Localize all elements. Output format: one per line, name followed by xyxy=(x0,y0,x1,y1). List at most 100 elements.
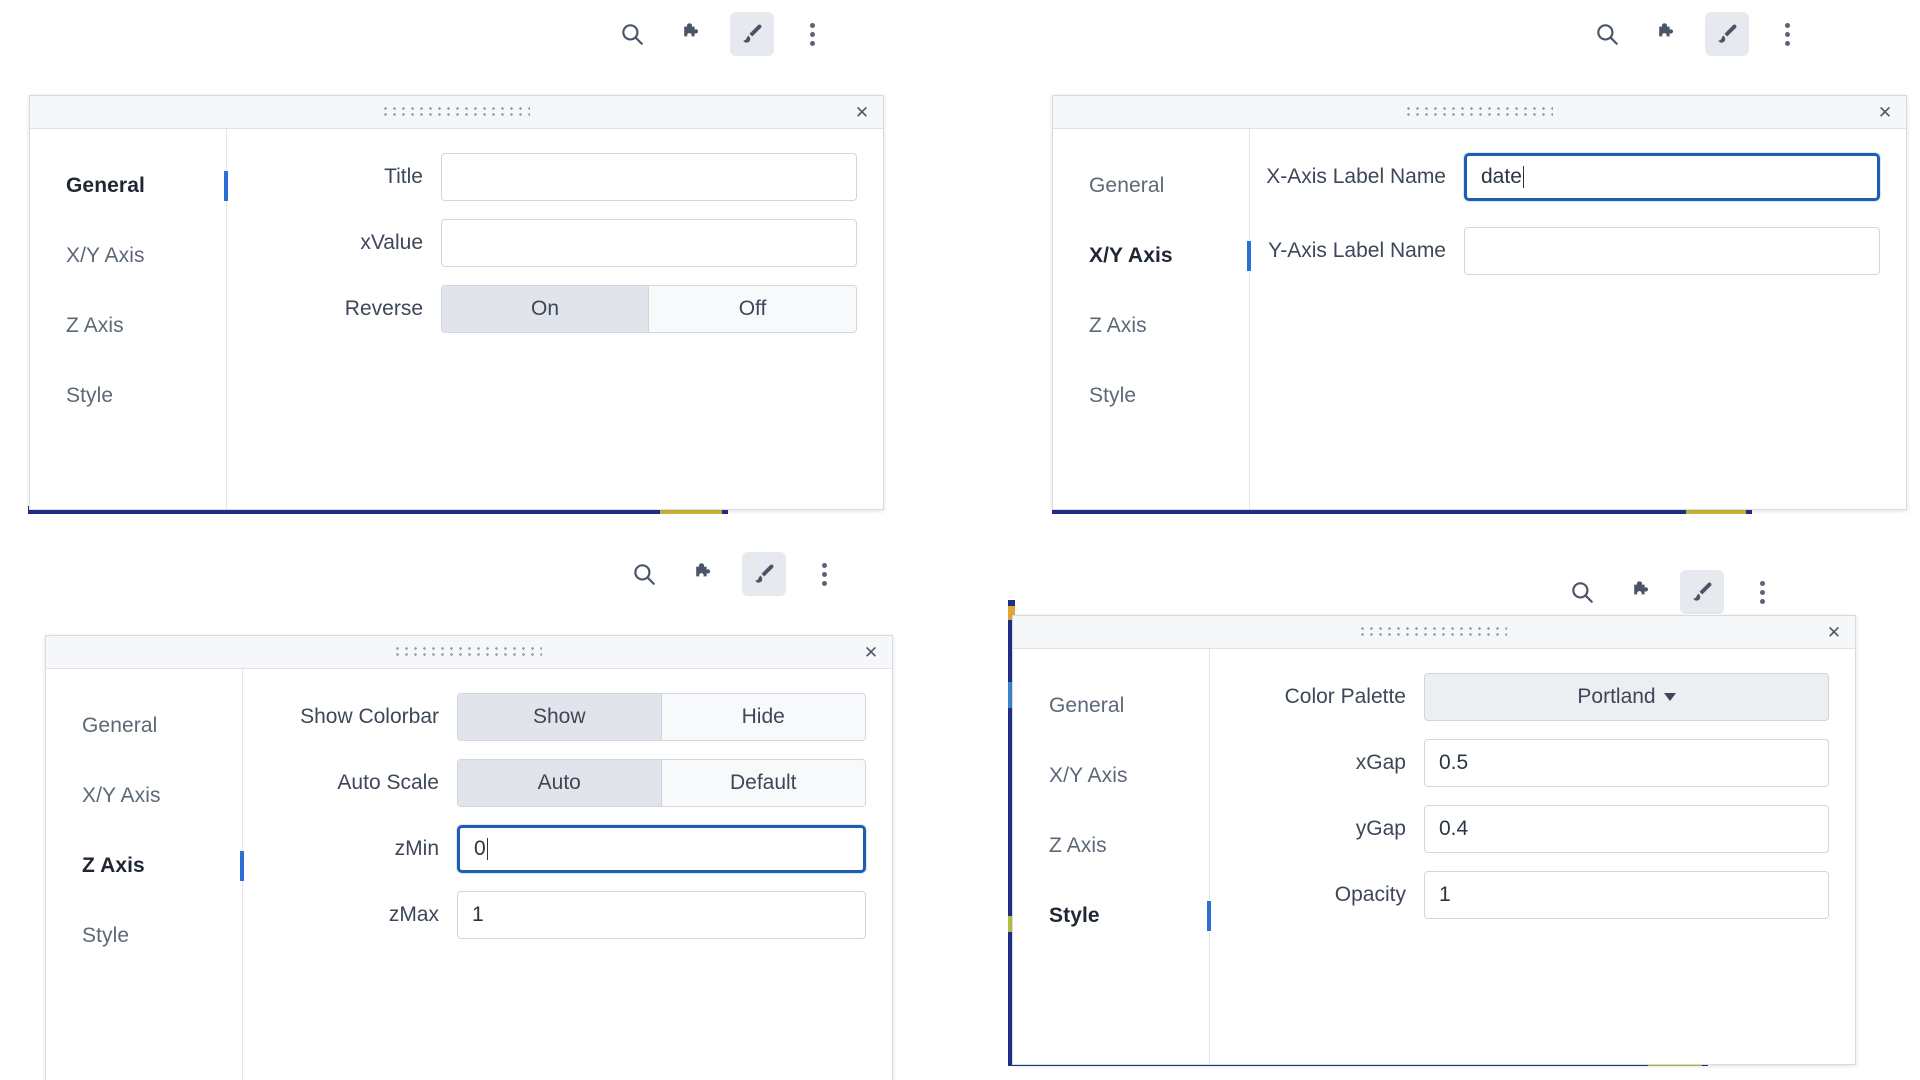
auto-scale-toggle[interactable]: Auto Default xyxy=(457,759,866,807)
show-colorbar-toggle[interactable]: Show Hide xyxy=(457,693,866,741)
close-icon[interactable]: ✕ xyxy=(860,641,882,663)
panel-header[interactable]: ✕ xyxy=(46,636,892,669)
panel-nav: General X/Y Axis Z Axis Style xyxy=(46,669,244,1080)
sidebar-item-style[interactable]: Style xyxy=(1013,881,1211,951)
nav-label: General xyxy=(1089,174,1165,197)
sidebar-item-general[interactable]: General xyxy=(1013,671,1209,741)
sidebar-item-style[interactable]: Style xyxy=(30,361,226,431)
close-icon[interactable]: ✕ xyxy=(851,101,873,123)
panel-form: Title xValue Reverse On Off xyxy=(227,129,883,509)
chart-settings-panel-z-axis: ✕ General X/Y Axis Z Axis Style Show Col… xyxy=(45,635,893,1080)
sidebar-item-z-axis[interactable]: Z Axis xyxy=(1013,811,1209,881)
nav-label: X/Y Axis xyxy=(1049,764,1128,787)
kebab-menu-icon[interactable] xyxy=(1765,12,1809,56)
close-icon[interactable]: ✕ xyxy=(1874,101,1896,123)
sidebar-item-xy-axis[interactable]: X/Y Axis xyxy=(30,221,226,291)
sidebar-item-style[interactable]: Style xyxy=(46,901,242,971)
drag-handle[interactable] xyxy=(1361,626,1507,638)
nav-label: X/Y Axis xyxy=(1089,244,1173,267)
form-row: Opacity 1 xyxy=(1210,871,1829,919)
active-marker xyxy=(1247,241,1251,271)
kebab-menu-icon[interactable] xyxy=(790,12,834,56)
field-value: date xyxy=(1481,165,1522,188)
drag-handle[interactable] xyxy=(396,646,542,658)
kebab-menu-icon[interactable] xyxy=(802,552,846,596)
sidebar-item-general[interactable]: General xyxy=(46,691,242,761)
panel-header[interactable]: ✕ xyxy=(1013,616,1855,649)
zmin-label: zMin xyxy=(394,837,439,860)
nav-label: X/Y Axis xyxy=(82,784,161,807)
zmax-field[interactable]: 1 xyxy=(457,891,866,939)
sidebar-item-z-axis[interactable]: Z Axis xyxy=(46,831,244,901)
sidebar-item-style[interactable]: Style xyxy=(1053,361,1249,431)
zmin-field[interactable]: 0 xyxy=(457,825,866,873)
sidebar-item-xy-axis[interactable]: X/Y Axis xyxy=(46,761,242,831)
sidebar-item-z-axis[interactable]: Z Axis xyxy=(30,291,226,361)
drag-handle[interactable] xyxy=(383,106,530,118)
puzzle-icon[interactable] xyxy=(1620,570,1664,614)
nav-label: Z Axis xyxy=(82,854,145,877)
field-value: 1 xyxy=(472,903,484,926)
panel-nav: General X/Y Axis Z Axis Style xyxy=(1013,649,1211,1064)
sidebar-item-general[interactable]: General xyxy=(1053,151,1249,221)
sidebar-item-xy-axis[interactable]: X/Y Axis xyxy=(1013,741,1209,811)
nav-label: General xyxy=(1049,694,1125,717)
xvalue-label: xValue xyxy=(360,231,423,254)
form-row: Y-Axis Label Name xyxy=(1250,227,1880,275)
sidebar-item-z-axis[interactable]: Z Axis xyxy=(1053,291,1249,361)
auto-scale-default-option[interactable]: Default xyxy=(661,760,865,806)
panel-form: Color Palette Portland xGap 0.5 yGap 0.4… xyxy=(1210,649,1855,1064)
colorbar-show-option[interactable]: Show xyxy=(458,694,662,740)
search-icon[interactable] xyxy=(610,12,654,56)
opacity-field[interactable]: 1 xyxy=(1424,871,1829,919)
title-field[interactable] xyxy=(441,153,857,201)
search-icon[interactable] xyxy=(1560,570,1604,614)
zmax-label: zMax xyxy=(388,903,439,926)
kebab-menu-icon[interactable] xyxy=(1740,570,1784,614)
chart-settings-panel-general: ✕ General X/Y Axis Z Axis Style Title xV… xyxy=(29,95,884,510)
brush-icon[interactable] xyxy=(1680,570,1724,614)
colorbar-hide-option[interactable]: Hide xyxy=(661,694,865,740)
opacity-label: Opacity xyxy=(1334,883,1406,906)
drag-handle[interactable] xyxy=(1406,106,1553,118)
puzzle-icon[interactable] xyxy=(1645,12,1689,56)
sidebar-item-xy-axis[interactable]: X/Y Axis xyxy=(1053,221,1251,291)
color-palette-dropdown[interactable]: Portland xyxy=(1424,673,1829,721)
form-row: Reverse On Off xyxy=(227,285,857,333)
chevron-down-icon xyxy=(1663,693,1676,701)
puzzle-icon[interactable] xyxy=(670,12,714,56)
nav-label: Z Axis xyxy=(1089,314,1147,337)
nav-label: Style xyxy=(1049,904,1100,927)
show-colorbar-label: Show Colorbar xyxy=(300,705,439,728)
field-value: 0.5 xyxy=(1439,751,1469,774)
reverse-label: Reverse xyxy=(344,297,423,320)
search-icon[interactable] xyxy=(622,552,666,596)
x-axis-label-name-field[interactable]: date xyxy=(1464,153,1880,201)
panel-header[interactable]: ✕ xyxy=(30,96,883,129)
nav-label: Style xyxy=(1089,384,1137,407)
nav-label: Z Axis xyxy=(66,314,124,337)
brush-icon[interactable] xyxy=(1705,12,1749,56)
panel-quadrant-general: ✕ General X/Y Axis Z Axis Style Title xV… xyxy=(0,0,960,540)
reverse-off-option[interactable]: Off xyxy=(649,286,856,332)
sidebar-item-general[interactable]: General xyxy=(30,151,228,221)
brush-icon[interactable] xyxy=(730,12,774,56)
y-axis-label-name-field[interactable] xyxy=(1464,227,1880,275)
ygap-field[interactable]: 0.4 xyxy=(1424,805,1829,853)
panel-form: X-Axis Label Name date Y-Axis Label Name xyxy=(1250,129,1906,509)
form-row: Auto Scale Auto Default xyxy=(243,759,866,807)
nav-label: Z Axis xyxy=(1049,834,1107,857)
puzzle-icon[interactable] xyxy=(682,552,726,596)
xvalue-field[interactable] xyxy=(441,219,857,267)
xgap-label: xGap xyxy=(1355,751,1406,774)
reverse-toggle[interactable]: On Off xyxy=(441,285,857,333)
xgap-field[interactable]: 0.5 xyxy=(1424,739,1829,787)
close-icon[interactable]: ✕ xyxy=(1823,621,1845,643)
auto-scale-auto-option[interactable]: Auto xyxy=(458,760,662,806)
panel-header[interactable]: ✕ xyxy=(1053,96,1906,129)
reverse-on-option[interactable]: On xyxy=(442,286,649,332)
search-icon[interactable] xyxy=(1585,12,1629,56)
chart-settings-panel-xy-axis: ✕ General X/Y Axis Z Axis Style X-Axis L… xyxy=(1052,95,1907,510)
brush-icon[interactable] xyxy=(742,552,786,596)
ygap-label: yGap xyxy=(1355,817,1406,840)
